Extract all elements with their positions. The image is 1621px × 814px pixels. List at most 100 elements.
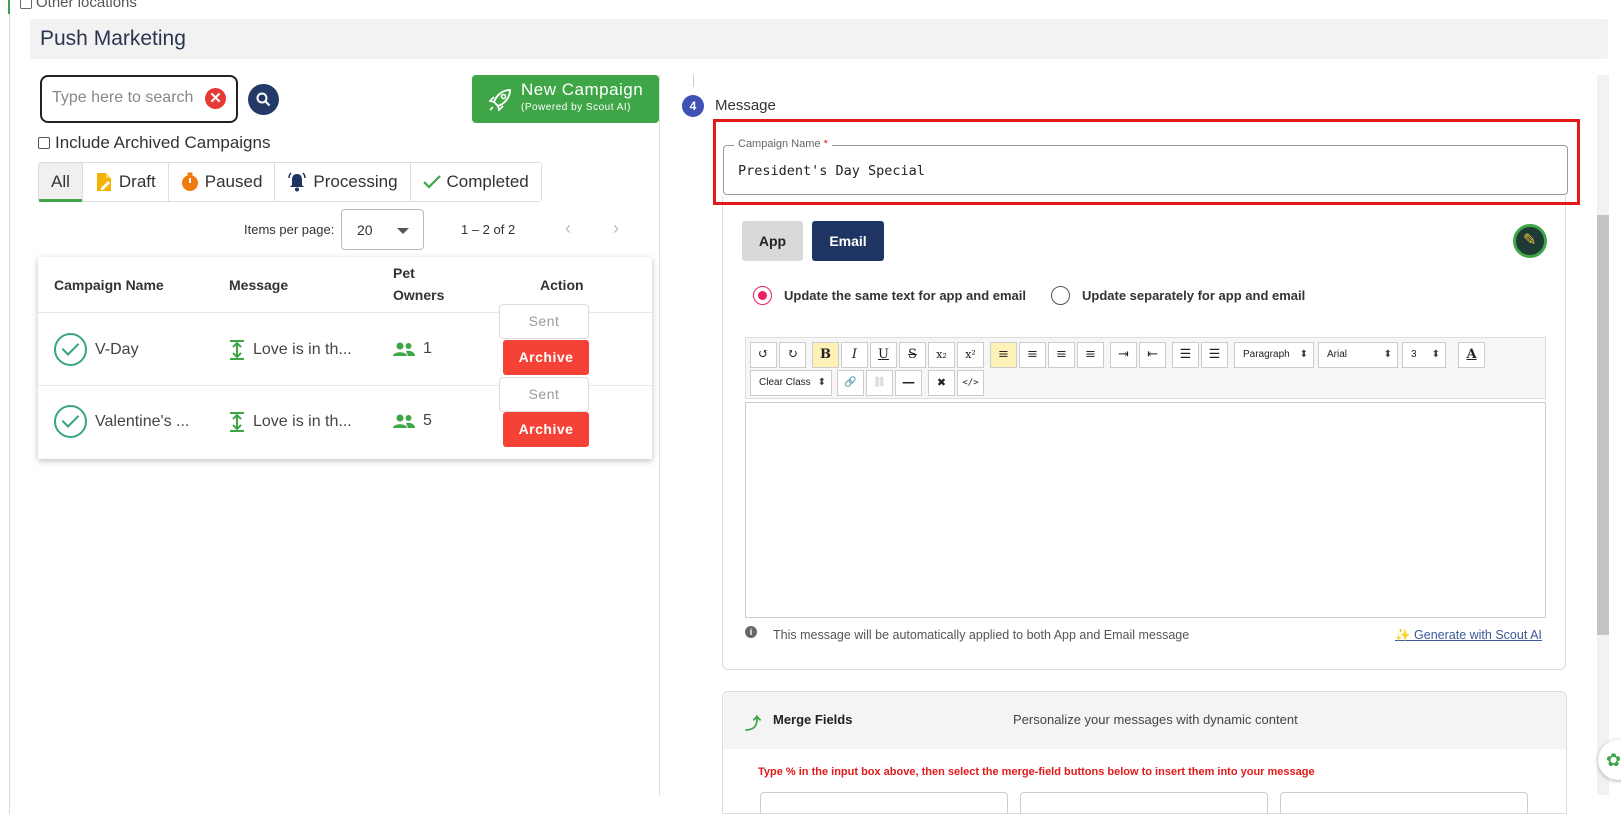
app-channel-button[interactable]: App xyxy=(742,221,803,261)
clear-search-icon[interactable]: ✕ xyxy=(205,88,226,109)
strikethrough-button[interactable]: S xyxy=(899,342,926,368)
clear-class-select[interactable]: Clear Class xyxy=(750,370,832,396)
bullet-list-button[interactable]: ☰ xyxy=(1172,342,1199,368)
draft-icon xyxy=(96,173,111,191)
new-campaign-button[interactable]: New Campaign (Powered by Scout AI) xyxy=(472,75,659,123)
outdent-button[interactable]: ⇤ xyxy=(1139,342,1166,368)
search-button[interactable] xyxy=(248,84,279,115)
underline-button[interactable]: U xyxy=(870,342,897,368)
completed-status-icon xyxy=(54,333,87,366)
email-channel-button[interactable]: Email xyxy=(812,221,884,261)
horizontal-rule-button[interactable]: — xyxy=(895,370,922,396)
timer-icon xyxy=(181,172,198,191)
justify-button[interactable]: ≡ xyxy=(1077,342,1104,368)
completed-status-icon xyxy=(54,405,87,438)
radio-selected[interactable] xyxy=(753,286,772,305)
bell-icon xyxy=(288,172,307,192)
previous-page-button[interactable]: ‹ xyxy=(565,218,571,239)
column-header-owners: Pet xyxy=(393,265,415,281)
expand-vertical-icon xyxy=(230,412,244,432)
block-format-select[interactable]: Paragraph xyxy=(1234,342,1314,368)
align-center-button[interactable]: ≡ xyxy=(1019,342,1046,368)
tab-draft[interactable]: Draft xyxy=(82,163,169,201)
scout-ai-icon[interactable] xyxy=(1513,224,1547,258)
code-view-button[interactable]: </> xyxy=(957,370,984,396)
unlink-icon[interactable]: ⛓ xyxy=(866,370,893,396)
sent-status-button: Sent xyxy=(499,377,589,412)
message-preview: Love is in th... xyxy=(253,341,352,358)
radio-same-label: Update the same text for app and email xyxy=(784,288,1027,303)
radio-separate-text[interactable]: Update separately for app and email xyxy=(1051,286,1305,305)
next-page-button[interactable]: › xyxy=(613,218,619,239)
link-icon[interactable]: 🔗 xyxy=(837,370,864,396)
bold-button[interactable]: B xyxy=(812,342,839,368)
merge-field-button[interactable] xyxy=(1020,792,1268,814)
merge-field-button[interactable] xyxy=(760,792,1008,814)
editor-toolbar: ↺ ↻ B I U S x₂ x² ≡ ≡ ≡ ≡ ⇥ ⇤ ☰ ☰ Paragr… xyxy=(745,337,1546,399)
items-per-page-value: 20 xyxy=(357,222,373,238)
include-archived-checkbox[interactable]: Include Archived Campaigns xyxy=(38,133,270,153)
tab-label: Processing xyxy=(313,172,398,191)
table-row-name[interactable]: Valentine's ... xyxy=(54,405,189,438)
redo-button[interactable]: ↻ xyxy=(779,342,806,368)
campaign-name: Valentine's ... xyxy=(95,412,190,430)
people-icon xyxy=(393,414,415,428)
message-editor[interactable] xyxy=(745,402,1546,618)
table-row-name[interactable]: V-Day xyxy=(54,333,139,366)
owner-count: 5 xyxy=(423,412,432,429)
items-per-page-label: Items per page: xyxy=(244,222,335,237)
column-header-action: Action xyxy=(540,277,584,293)
checkbox-box[interactable] xyxy=(38,137,50,149)
table-row-message: Love is in th... xyxy=(229,412,352,432)
other-locations-checkbox[interactable]: Other locations xyxy=(20,0,137,11)
undo-button[interactable]: ↺ xyxy=(750,342,777,368)
superscript-button[interactable]: x² xyxy=(957,342,984,368)
align-left-button[interactable]: ≡ xyxy=(990,342,1017,368)
font-size-select[interactable]: 3 xyxy=(1402,342,1446,368)
column-header-name: Campaign Name xyxy=(54,277,164,293)
editor-info-text: This message will be automatically appli… xyxy=(773,628,1190,642)
checkbox-box[interactable] xyxy=(20,0,32,9)
merge-field-button[interactable] xyxy=(1280,792,1528,814)
tab-processing[interactable]: Processing xyxy=(275,163,411,201)
italic-button[interactable]: I xyxy=(841,342,868,368)
tab-label: Paused xyxy=(204,172,263,191)
font-family-select[interactable]: Arial xyxy=(1318,342,1398,368)
radio-same-text[interactable]: Update the same text for app and email xyxy=(753,286,1026,305)
items-per-page-select[interactable]: 20 xyxy=(341,209,424,250)
indent-button[interactable]: ⇥ xyxy=(1110,342,1137,368)
remove-format-icon[interactable]: ✖ xyxy=(928,370,955,396)
tab-label: Draft xyxy=(118,172,156,191)
tab-completed[interactable]: Completed xyxy=(410,163,541,201)
numbered-list-button[interactable]: ☰ xyxy=(1201,342,1228,368)
radio-unselected[interactable] xyxy=(1051,286,1070,305)
status-tabs: All Draft Paused Processing Completed xyxy=(38,162,542,202)
campaign-name-label-text: Campaign Name xyxy=(738,138,821,150)
column-header-message: Message xyxy=(229,277,289,293)
radio-separate-label: Update separately for app and email xyxy=(1082,288,1306,303)
search-field[interactable]: ✕ xyxy=(40,75,238,123)
text-color-button[interactable]: A xyxy=(1458,342,1485,368)
check-icon xyxy=(422,175,441,189)
tab-label: All xyxy=(51,172,70,191)
scrollbar-thumb[interactable] xyxy=(1597,215,1609,635)
campaign-name-field[interactable]: Campaign Name * President's Day Special xyxy=(723,138,1568,195)
tab-paused[interactable]: Paused xyxy=(168,163,276,201)
archive-button[interactable]: Archive xyxy=(503,340,589,375)
campaign-table: Campaign Name Message Pet Owners Action … xyxy=(38,257,652,459)
campaign-name-input[interactable]: President's Day Special xyxy=(738,163,925,179)
page-title: Push Marketing xyxy=(40,27,186,50)
subscript-button[interactable]: x₂ xyxy=(928,342,955,368)
generate-with-scout-ai-link[interactable]: ✨ Generate with Scout AI xyxy=(1395,628,1542,643)
owner-count: 1 xyxy=(423,340,432,357)
table-row-owners: 5 xyxy=(393,412,432,430)
table-row-owners: 1 xyxy=(393,340,432,358)
new-campaign-sublabel: (Powered by Scout AI) xyxy=(521,102,631,113)
other-locations-label: Other locations xyxy=(36,0,137,11)
search-icon xyxy=(256,92,271,107)
tab-all[interactable]: All xyxy=(39,163,83,202)
search-input[interactable] xyxy=(52,89,197,107)
align-right-button[interactable]: ≡ xyxy=(1048,342,1075,368)
merge-icon: ⤴ xyxy=(745,716,762,733)
archive-button[interactable]: Archive xyxy=(503,412,589,447)
